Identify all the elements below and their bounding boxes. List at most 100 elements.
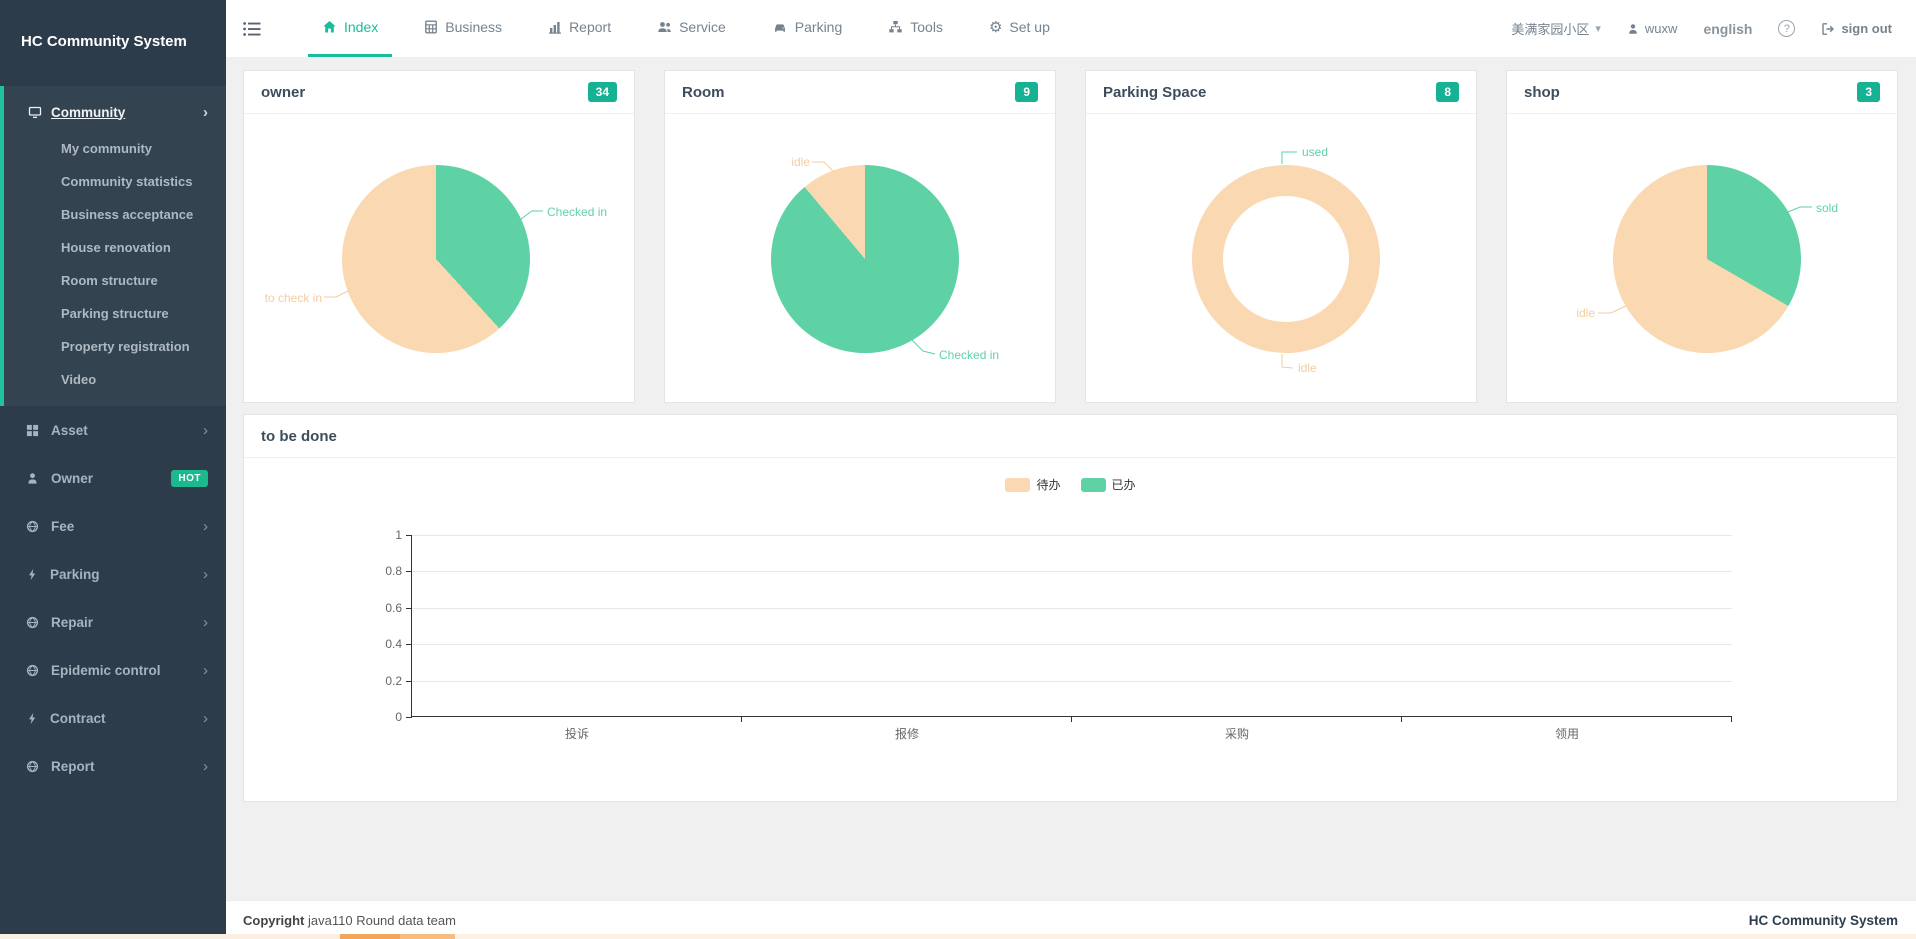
sidebar-item-contract[interactable]: Contract › — [0, 694, 226, 742]
sidebar-item-epidemic-control[interactable]: Epidemic control › — [0, 646, 226, 694]
grid-icon — [26, 424, 39, 437]
pie-chart[interactable] — [342, 165, 530, 353]
tab-parking[interactable]: Parking — [758, 0, 856, 57]
sidebar-item-report[interactable]: Report › — [0, 742, 226, 790]
pie-label-idle: idle — [1537, 306, 1595, 320]
sidebar-item-asset[interactable]: Asset › — [0, 406, 226, 454]
sidebar-item-parking[interactable]: Parking › — [0, 550, 226, 598]
main-tabs: Index Business Report Service Parking — [308, 0, 1082, 57]
tab-report[interactable]: Report — [534, 0, 625, 57]
pie-chart[interactable] — [1613, 165, 1801, 353]
shop-card: shop 3 sold idle — [1506, 70, 1898, 403]
sidebar-item-community[interactable]: Community › — [4, 92, 226, 132]
y-axis-tick-label: 0.4 — [376, 637, 402, 651]
pie-label-idle: idle — [760, 155, 810, 169]
x-axis-category-label: 采购 — [1072, 725, 1402, 742]
sidebar-item-room-structure[interactable]: Room structure — [4, 264, 226, 297]
user-menu[interactable]: wuxw — [1627, 21, 1678, 36]
chevron-right-icon: › — [203, 566, 208, 583]
tab-service[interactable]: Service — [643, 0, 740, 57]
y-axis-tick-label: 1 — [376, 528, 402, 542]
tab-set-up[interactable]: ⚙ Set up — [975, 0, 1064, 57]
sidebar-item-community-statistics[interactable]: Community statistics — [4, 165, 226, 198]
parking-donut-chart: used idle — [1086, 114, 1476, 402]
count-badge: 9 — [1015, 82, 1038, 102]
chevron-right-icon: › — [203, 422, 208, 439]
app-brand: HC Community System — [0, 0, 226, 50]
bolt-icon — [26, 712, 38, 725]
tab-business[interactable]: Business — [410, 0, 516, 57]
pie-label-checked-in: Checked in — [547, 205, 607, 219]
count-badge: 3 — [1857, 82, 1880, 102]
sidebar-item-property-registration[interactable]: Property registration — [4, 330, 226, 363]
chevron-right-icon: › — [203, 662, 208, 679]
pie-chart[interactable] — [771, 165, 959, 353]
chevron-right-icon: › — [203, 104, 208, 121]
count-badge: 34 — [588, 82, 617, 102]
owner-pie-chart: Checked in to check in — [244, 114, 634, 402]
main-content: owner 34 Checked in to check in Room 9 — [226, 57, 1916, 900]
sign-out-button[interactable]: sign out — [1821, 21, 1892, 36]
help-icon[interactable]: ? — [1778, 20, 1795, 37]
bar-chart-icon — [548, 20, 562, 34]
card-title: Room — [682, 84, 725, 101]
donut-hole — [1223, 196, 1349, 322]
room-pie-chart: idle Checked in — [665, 114, 1055, 402]
globe-icon — [26, 760, 39, 773]
chevron-right-icon: › — [203, 758, 208, 775]
caret-down-icon: ▾ — [1595, 22, 1601, 35]
todo-plot-area: 00.20.40.60.81投诉报修采购领用 — [411, 535, 1731, 717]
home-icon — [322, 20, 337, 34]
list-icon — [243, 21, 261, 37]
sidebar-item-repair[interactable]: Repair › — [0, 598, 226, 646]
card-title: owner — [261, 84, 305, 101]
sidebar-item-my-community[interactable]: My community — [4, 132, 226, 165]
shop-pie-chart: sold idle — [1507, 114, 1897, 402]
x-axis-category-label: 报修 — [742, 725, 1072, 742]
x-axis-category-label: 投诉 — [412, 725, 742, 742]
legend-swatch — [1081, 478, 1106, 492]
footer-brand: HC Community System — [1749, 913, 1898, 928]
sidebar-item-business-acceptance[interactable]: Business acceptance — [4, 198, 226, 231]
sidebar-toggle-button[interactable] — [226, 0, 278, 57]
sitemap-icon — [888, 20, 903, 34]
chevron-right-icon: › — [203, 710, 208, 727]
todo-bar-chart: 待办 已办 00.20.40.60.81投诉报修采购领用 — [244, 458, 1897, 802]
tab-index[interactable]: Index — [308, 0, 392, 57]
topbar: Index Business Report Service Parking — [226, 0, 1916, 57]
sidebar-section-community: Community › My community Community stati… — [0, 86, 226, 406]
sidebar-item-parking-structure[interactable]: Parking structure — [4, 297, 226, 330]
language-switcher[interactable]: english — [1703, 21, 1752, 37]
room-card: Room 9 idle Checked in — [664, 70, 1056, 403]
sidebar-item-fee[interactable]: Fee › — [0, 502, 226, 550]
user-icon — [26, 472, 39, 485]
card-header: Room 9 — [665, 71, 1055, 114]
card-title: shop — [1524, 84, 1560, 101]
bolt-icon — [26, 568, 38, 581]
tab-tools[interactable]: Tools — [874, 0, 957, 57]
sidebar-item-house-renovation[interactable]: House renovation — [4, 231, 226, 264]
y-axis-tick-label: 0.2 — [376, 674, 402, 688]
users-icon — [657, 20, 672, 34]
calculator-icon — [424, 20, 438, 34]
legend-item-pending[interactable]: 待办 — [1005, 476, 1060, 493]
card-header: owner 34 — [244, 71, 634, 114]
parking-space-card: Parking Space 8 used idle — [1085, 70, 1477, 403]
sidebar-item-owner[interactable]: Owner HOT — [0, 454, 226, 502]
bottom-cutoff-strip — [0, 934, 1916, 939]
chevron-right-icon: › — [203, 614, 208, 631]
chevron-right-icon: › — [203, 518, 208, 535]
legend-item-done[interactable]: 已办 — [1081, 476, 1136, 493]
y-axis-tick-label: 0 — [376, 710, 402, 724]
topbar-right: 美满家园小区 ▾ wuxw english ? sign out — [1511, 0, 1916, 57]
sidebar: HC Community System Community › My commu… — [0, 0, 226, 939]
owner-card: owner 34 Checked in to check in — [243, 70, 635, 403]
username: wuxw — [1645, 21, 1678, 36]
sidebar-item-video[interactable]: Video — [4, 363, 226, 396]
x-axis-category-label: 领用 — [1402, 725, 1732, 742]
card-header: Parking Space 8 — [1086, 71, 1476, 114]
globe-icon — [26, 664, 39, 677]
y-axis-tick-label: 0.8 — [376, 564, 402, 578]
community-selector[interactable]: 美满家园小区 ▾ — [1511, 19, 1601, 38]
to-be-done-card: to be done 待办 已办 00.20.40.60.81投诉报修采购领用 — [243, 414, 1898, 802]
